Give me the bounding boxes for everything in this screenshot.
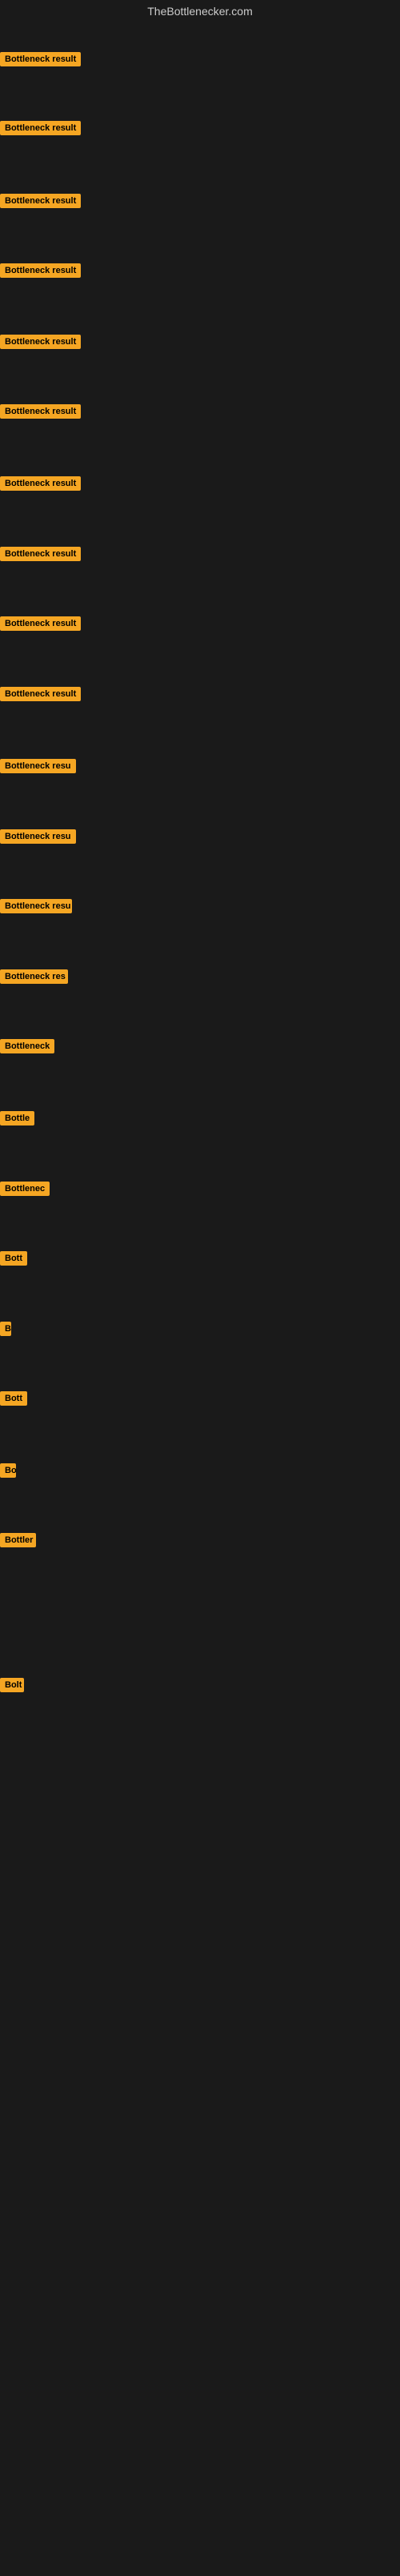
bottleneck-result-badge[interactable]: Bott — [0, 1391, 27, 1406]
bottleneck-result-badge[interactable]: Bottleneck result — [0, 404, 81, 419]
bottleneck-badge-row: Bott — [0, 1391, 27, 1410]
bottleneck-badge-row: Bottleneck resu — [0, 829, 76, 848]
bottleneck-result-badge[interactable]: Bottlenec — [0, 1182, 50, 1196]
bottleneck-result-badge[interactable]: B — [0, 1322, 11, 1336]
bottleneck-result-badge[interactable]: Bottleneck — [0, 1039, 54, 1053]
bottleneck-badge-row: Bottleneck result — [0, 476, 81, 495]
bottleneck-badge-row: Bo — [0, 1463, 16, 1482]
bottleneck-result-badge[interactable]: Bottleneck result — [0, 263, 81, 278]
bottleneck-result-badge[interactable]: Bottleneck result — [0, 194, 81, 208]
bottleneck-badge-row: Bottler — [0, 1533, 36, 1551]
bottleneck-result-badge[interactable]: Bottleneck result — [0, 52, 81, 66]
bottleneck-badge-row: Bott — [0, 1251, 27, 1270]
bottleneck-badge-row: Bottleneck result — [0, 52, 81, 70]
bottleneck-result-badge[interactable]: Bottleneck resu — [0, 759, 76, 773]
bottleneck-result-badge[interactable]: Bottleneck resu — [0, 899, 72, 913]
bottleneck-badge-row: Bottleneck result — [0, 404, 81, 423]
bottleneck-badge-row: Bottleneck result — [0, 121, 81, 139]
bottleneck-result-badge[interactable]: Bo — [0, 1463, 16, 1478]
bottleneck-result-badge[interactable]: Bottleneck resu — [0, 829, 76, 844]
bottleneck-badge-row: Bolt — [0, 1678, 24, 1696]
bottleneck-badge-row: Bottleneck res — [0, 969, 68, 988]
bottleneck-badge-row: Bottleneck result — [0, 547, 81, 565]
bottleneck-result-badge[interactable]: Bottleneck result — [0, 335, 81, 349]
bottleneck-result-badge[interactable]: Bottleneck result — [0, 687, 81, 701]
bottleneck-result-badge[interactable]: Bottleneck result — [0, 547, 81, 561]
bottleneck-badge-row: Bottleneck — [0, 1039, 54, 1057]
bottleneck-result-badge[interactable]: Bottler — [0, 1533, 36, 1547]
bottleneck-badge-row: Bottleneck result — [0, 335, 81, 353]
bottleneck-badge-row: Bottleneck result — [0, 194, 81, 212]
bottleneck-result-badge[interactable]: Bottle — [0, 1111, 34, 1125]
bottleneck-result-badge[interactable]: Bottleneck result — [0, 121, 81, 135]
bottleneck-badge-row: Bottleneck result — [0, 263, 81, 282]
bottleneck-badge-row: Bottleneck resu — [0, 759, 76, 777]
bottleneck-badge-row: B — [0, 1322, 11, 1340]
bottleneck-badge-row: Bottleneck result — [0, 616, 81, 635]
site-title: TheBottlenecker.com — [0, 0, 400, 22]
bottleneck-badge-row: Bottleneck result — [0, 687, 81, 705]
bottleneck-badge-row: Bottlenec — [0, 1182, 50, 1200]
bottleneck-badge-row: Bottle — [0, 1111, 34, 1130]
bottleneck-result-badge[interactable]: Bottleneck res — [0, 969, 68, 984]
bottleneck-result-badge[interactable]: Bottleneck result — [0, 616, 81, 631]
bottleneck-badge-row: Bottleneck resu — [0, 899, 72, 917]
bottleneck-result-badge[interactable]: Bottleneck result — [0, 476, 81, 491]
bottleneck-result-badge[interactable]: Bott — [0, 1251, 27, 1266]
bottleneck-result-badge[interactable]: Bolt — [0, 1678, 24, 1692]
